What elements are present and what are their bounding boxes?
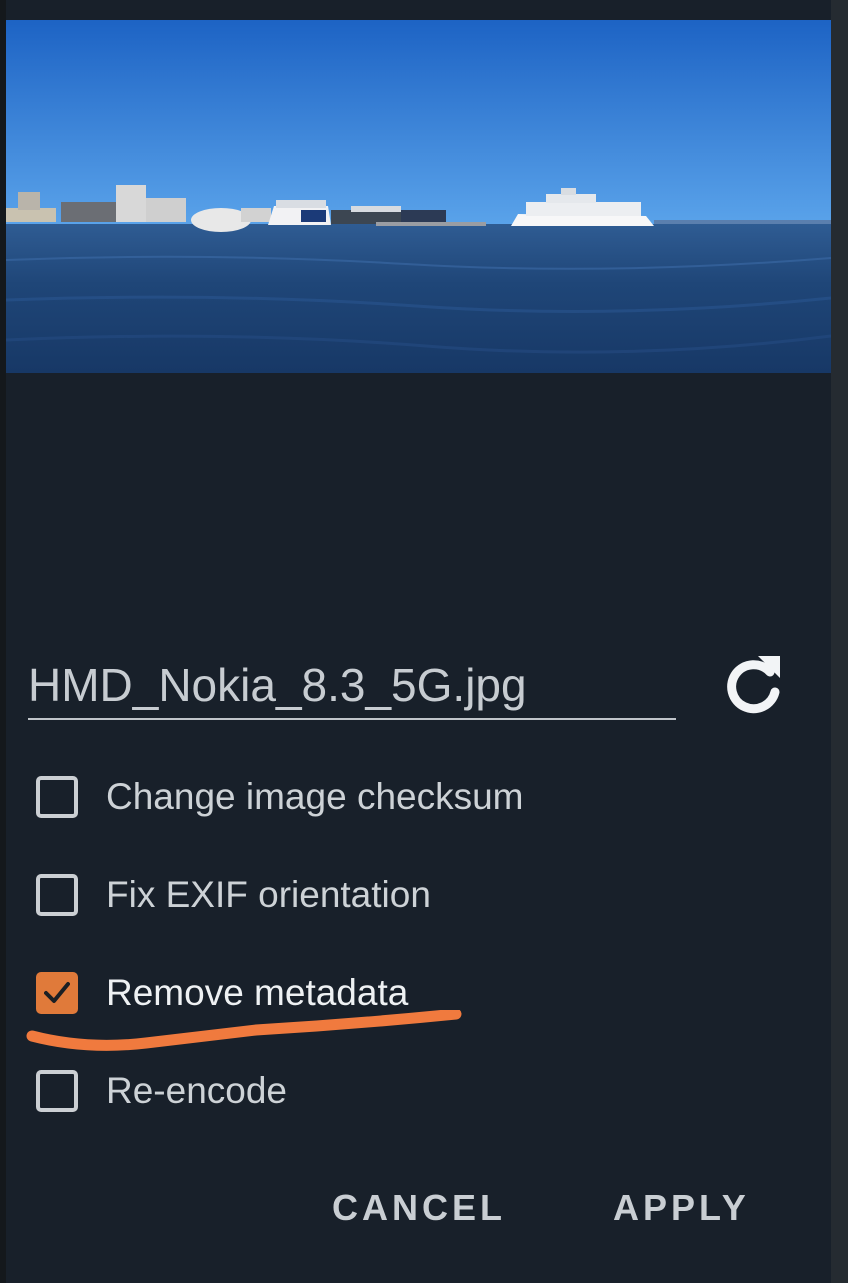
option-re-encode[interactable]: Re-encode (36, 1064, 596, 1124)
fix-exif-checkbox[interactable] (36, 874, 78, 916)
filename-row: HMD_Nokia_8.3_5G.jpg (28, 650, 808, 730)
image-preview (6, 20, 831, 373)
checkmark-icon (44, 982, 70, 1003)
re-encode-checkbox[interactable] (36, 1070, 78, 1112)
refresh-icon (727, 656, 780, 714)
option-fix-exif-orientation[interactable]: Fix EXIF orientation (36, 868, 596, 928)
filename-underline (28, 718, 676, 720)
cancel-button[interactable]: CANCEL (332, 1185, 506, 1231)
apply-button[interactable]: APPLY (613, 1185, 750, 1231)
option-label: Re-encode (106, 1070, 288, 1111)
option-label: Change image checksum (106, 776, 524, 817)
option-change-image-checksum[interactable]: Change image checksum (36, 770, 596, 830)
refresh-filename-button[interactable] (718, 650, 788, 720)
remove-metadata-checkbox[interactable] (36, 972, 78, 1014)
filename-input[interactable]: HMD_Nokia_8.3_5G.jpg (28, 655, 676, 715)
change-checksum-checkbox[interactable] (36, 776, 78, 818)
background-right-strip (831, 0, 848, 1283)
orange-highlight-underline (26, 1010, 462, 1051)
image-options-dialog: HMD_Nokia_8.3_5G.jpg Change image checks… (6, 0, 831, 1283)
option-label: Fix EXIF orientation (106, 874, 431, 915)
